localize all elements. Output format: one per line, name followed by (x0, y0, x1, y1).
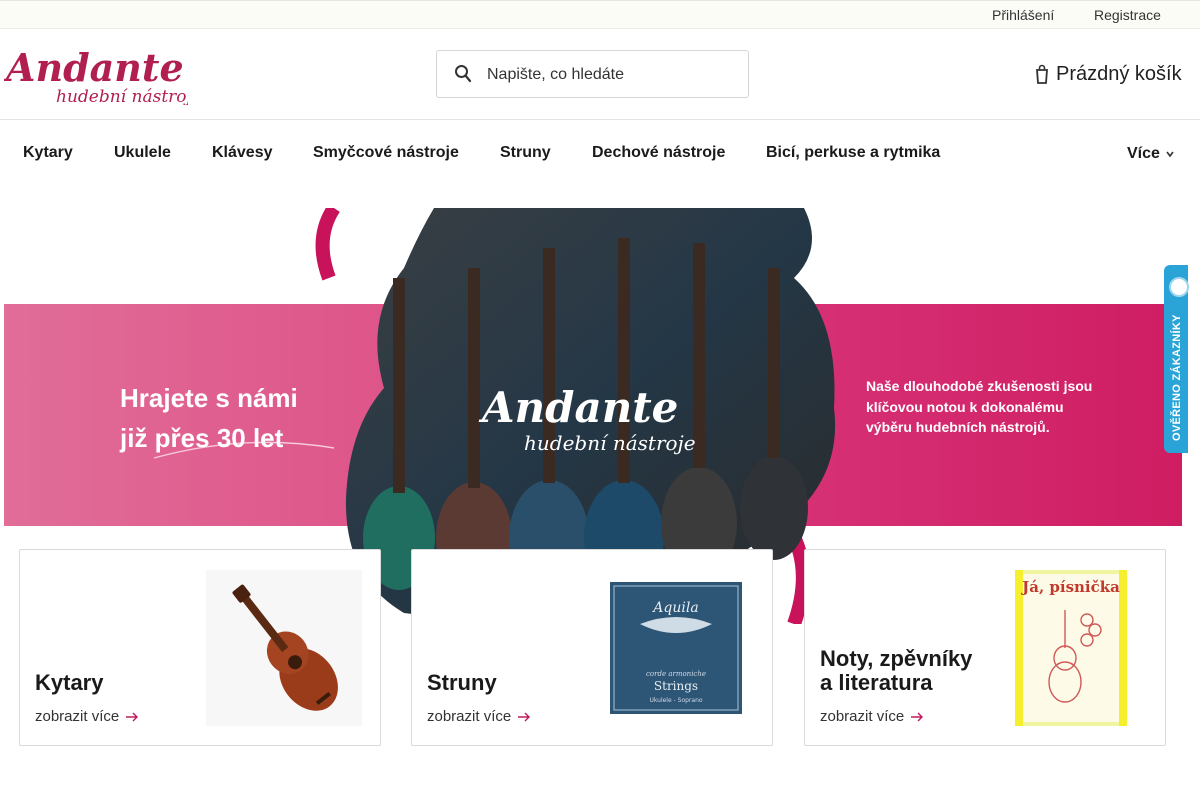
logo[interactable]: Andante hudební nástroje (4, 43, 188, 105)
header: Andante hudební nástroje Prázdný košík (0, 29, 1200, 120)
ukulele-image (206, 570, 362, 726)
hero-tagline-line1: Hrajete s námi (120, 383, 298, 413)
nav-more-button[interactable]: Více (1127, 145, 1174, 163)
category-title: Noty, zpěvníky a literatura (820, 646, 973, 695)
cart-icon (1036, 64, 1048, 84)
trust-badge[interactable]: OVĚŘENO ZÁKAZNÍKY (1164, 265, 1189, 453)
nav-item-struny[interactable]: Struny (500, 144, 551, 162)
nav-more-label: Více (1127, 145, 1160, 162)
nav-item-bici[interactable]: Bicí, perkuse a rytmika (766, 144, 940, 162)
show-more-link[interactable]: zobrazit více (35, 708, 139, 725)
strings-line2: corde armoniche (646, 670, 706, 678)
nav-item-dechove[interactable]: Dechové nástroje (592, 144, 725, 162)
nav-item-smyccove[interactable]: Smyčcové nástroje (313, 144, 459, 162)
show-more-label: zobrazit více (427, 708, 512, 725)
nav-item-kytary[interactable]: Kytary (23, 144, 73, 162)
logo-name: Andante (4, 45, 184, 90)
login-link[interactable]: Přihlášení (992, 7, 1054, 23)
trust-seal-icon (1169, 277, 1189, 297)
nav-item-ukulele[interactable]: Ukulele (114, 144, 171, 162)
search-input[interactable] (487, 64, 737, 86)
arrow-right-icon (126, 712, 139, 721)
strings-pack-image: Aquila corde armoniche Strings Ukulele -… (610, 582, 742, 714)
search-icon[interactable] (454, 64, 472, 84)
category-title: Kytary (35, 670, 104, 695)
cart-button[interactable]: Prázdný košík (1036, 61, 1182, 87)
songbook-title: Já, písnička (1020, 578, 1120, 596)
category-card-noty[interactable]: Já, písnička Noty, zpěvníky a literatura… (804, 549, 1166, 746)
hero-logo-subtitle: hudební nástroje (524, 431, 696, 455)
main-nav: Kytary Ukulele Klávesy Smyčcové nástroje… (0, 120, 1200, 186)
search-box[interactable] (436, 50, 749, 98)
strings-brand: Aquila (651, 600, 698, 616)
hero-logo-name: Andante (478, 383, 678, 432)
show-more-link[interactable]: zobrazit více (427, 708, 531, 725)
hero-tagline: Hrajete s námi již přes 30 let (120, 378, 298, 458)
hero-tagline-line2: již přes 30 let (120, 423, 284, 453)
category-card-struny[interactable]: Aquila corde armoniche Strings Ukulele -… (411, 549, 773, 746)
arrow-right-icon (518, 712, 531, 721)
strings-line1: Strings (654, 679, 698, 693)
songbook-image: Já, písnička (1015, 570, 1127, 726)
top-bar: Přihlášení Registrace (0, 0, 1200, 29)
strings-line3: Ukulele - Soprano (649, 697, 702, 704)
chevron-down-icon (1166, 151, 1174, 158)
show-more-label: zobrazit více (820, 708, 905, 725)
trust-badge-label: OVĚŘENO ZÁKAZNÍKY (1171, 314, 1183, 441)
arrow-right-icon (911, 712, 924, 721)
hero-promo-text: Naše dlouhodobé zkušenosti jsou klíčovou… (866, 378, 1093, 435)
category-card-kytary[interactable]: Kytary zobrazit více (19, 549, 381, 746)
show-more-link[interactable]: zobrazit více (820, 708, 924, 725)
nav-item-klavesy[interactable]: Klávesy (212, 144, 273, 162)
logo-subtitle: hudební nástroje (56, 87, 188, 105)
show-more-label: zobrazit více (35, 708, 120, 725)
category-title: Struny (427, 670, 497, 695)
cart-label: Prázdný košík (1056, 62, 1182, 85)
register-link[interactable]: Registrace (1094, 7, 1161, 23)
